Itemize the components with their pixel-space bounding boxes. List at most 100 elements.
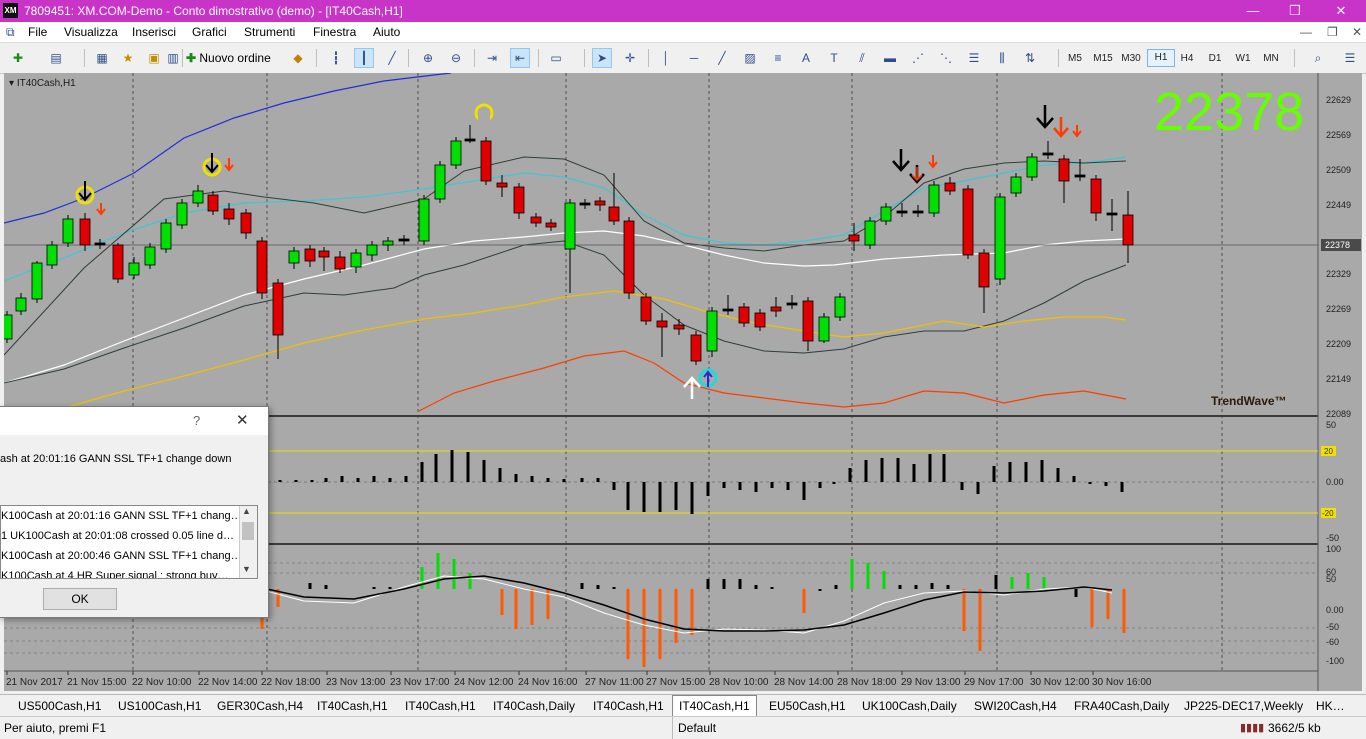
market-watch-icon[interactable]: ▦	[92, 48, 112, 68]
profiles-icon[interactable]: ▤	[46, 48, 66, 68]
chart-shift-icon[interactable]: ⇤	[510, 48, 530, 68]
list-item[interactable]: K100Cash at 20:00:46 GANN SSL TF+1 chang…	[1, 546, 237, 566]
osc2-bar	[834, 585, 838, 589]
tab-uk100-daily[interactable]: UK100Cash,Daily	[860, 697, 959, 715]
equidistant-channel-icon[interactable]: ▨	[740, 48, 760, 68]
new-order-button[interactable]: ✚ Nuovo ordine	[186, 48, 280, 68]
dialog-close-button[interactable]: ✕	[236, 411, 249, 429]
minimize-button[interactable]: —	[1230, 0, 1276, 22]
cursor-icon[interactable]: ➤	[592, 48, 612, 68]
text-label-icon[interactable]: T	[824, 48, 844, 68]
mdi-close-icon[interactable]: ✕	[1352, 25, 1362, 39]
osc1-bar	[498, 468, 502, 482]
fibo-time-icon[interactable]: ⫼	[992, 48, 1012, 68]
text-icon[interactable]: A	[796, 48, 816, 68]
tab-fra40-daily[interactable]: FRA40Cash,Daily	[1072, 697, 1171, 715]
menu-view[interactable]: Visualizza	[64, 25, 118, 39]
mdi-minimize-icon[interactable]: —	[1300, 25, 1312, 39]
menu-charts[interactable]: Grafici	[192, 25, 227, 39]
restore-button[interactable]: ❐	[1272, 0, 1318, 22]
scroll-up-icon[interactable]: ▲	[242, 506, 251, 516]
scroll-down-icon[interactable]: ▼	[242, 564, 251, 574]
candlestick-icon[interactable]: ┃	[354, 48, 374, 68]
toolbar-separator	[1294, 49, 1295, 67]
tab-us500-h1[interactable]: US500Cash,H1	[16, 697, 103, 715]
vertical-line-icon[interactable]: │	[656, 48, 676, 68]
data-window-icon[interactable]: ▣	[144, 48, 164, 68]
bear-candle	[944, 182, 956, 192]
mdi-icon[interactable]: ⧉	[6, 25, 15, 40]
list-scrollbar[interactable]: ▲ ▼	[239, 506, 257, 578]
fibo-expansion-icon[interactable]: ☰	[964, 48, 984, 68]
horizontal-line-icon[interactable]: ─	[684, 48, 704, 68]
zoom-in-icon[interactable]: ⊕	[418, 48, 438, 68]
close-window-button[interactable]: ✕	[1318, 0, 1364, 22]
fibo-arcs-icon[interactable]: ⋱	[936, 48, 956, 68]
menu-file[interactable]: File	[28, 25, 47, 39]
bull-candle	[834, 296, 846, 318]
crosshair-icon[interactable]: ✛	[620, 48, 640, 68]
autoscroll-icon[interactable]: ⇥	[482, 48, 502, 68]
menu-insert[interactable]: Inserisci	[132, 25, 176, 39]
tab-it40-h1[interactable]: IT40Cash,H1	[403, 697, 478, 715]
scroll-thumb[interactable]	[242, 522, 254, 540]
list-item[interactable]: 1 UK100Cash at 20:01:08 crossed 0.05 lin…	[1, 526, 237, 546]
list-item[interactable]: K100Cash at 20:01:16 GANN SSL TF+1 chang…	[1, 506, 237, 526]
tab-it40-h1[interactable]: IT40Cash,H1	[315, 697, 390, 715]
osc2-bar	[978, 589, 982, 651]
navigator-icon[interactable]: ★	[118, 48, 138, 68]
menu-help[interactable]: Aiuto	[373, 25, 400, 39]
tf-h1[interactable]: H1	[1147, 49, 1175, 67]
ok-button[interactable]: OK	[43, 588, 117, 610]
terminal-icon[interactable]: ▥	[163, 48, 183, 68]
menu-window[interactable]: Finestra	[313, 25, 356, 39]
tab-ger30-h4[interactable]: GER30Cash,H4	[215, 697, 305, 715]
channel-icon[interactable]: ⫽	[852, 48, 872, 68]
line-chart-icon[interactable]: ╱	[382, 48, 402, 68]
tab-eu50-h1[interactable]: EU50Cash,H1	[767, 697, 848, 715]
tab-hk[interactable]: HK…	[1314, 697, 1347, 715]
community-icon[interactable]: ☰	[1340, 48, 1360, 68]
tf-d1[interactable]: D1	[1202, 50, 1228, 68]
tf-m5[interactable]: M5	[1062, 50, 1088, 68]
osc1-bar	[420, 462, 424, 482]
mdi-restore-icon[interactable]: ❐	[1327, 25, 1338, 39]
search-icon[interactable]: ⌕	[1308, 48, 1328, 68]
bar-chart-icon[interactable]: ┇	[326, 48, 346, 68]
price-axis-label: 22209	[1326, 339, 1351, 349]
rectangle-icon[interactable]: ▬	[880, 48, 900, 68]
tab-us100-h1[interactable]: US100Cash,H1	[116, 697, 203, 715]
alert-history-list[interactable]: K100Cash at 20:01:16 GANN SSL TF+1 chang…	[0, 505, 258, 579]
tf-m15[interactable]: M15	[1090, 50, 1116, 68]
list-item[interactable]: K100Cash at 4 HR Super signal : strong b…	[1, 566, 237, 578]
tab-jp225-weekly[interactable]: JP225-DEC17,Weekly	[1182, 697, 1305, 715]
tab-swi20-h4[interactable]: SWI20Cash,H4	[972, 697, 1059, 715]
fibo-fan-icon[interactable]: ⋰	[908, 48, 928, 68]
tf-m30[interactable]: M30	[1118, 50, 1144, 68]
time-axis-label: 22 Nov 18:00	[261, 677, 321, 688]
osc1-bar	[896, 458, 900, 482]
tf-mn[interactable]: MN	[1258, 50, 1284, 68]
bull-candle	[880, 206, 892, 222]
tf-h4[interactable]: H4	[1174, 50, 1200, 68]
scroll-up-icon[interactable]: ▲	[244, 455, 245, 465]
tab-it40-daily[interactable]: IT40Cash,Daily	[491, 697, 577, 715]
osc2-bar	[850, 559, 854, 589]
autotrading-icon[interactable]: ◆	[288, 48, 308, 68]
trendline-icon[interactable]: ╱	[712, 48, 732, 68]
new-chart-icon[interactable]: ✚	[8, 48, 28, 68]
help-icon[interactable]: ?	[193, 413, 200, 428]
menu-tools[interactable]: Strumenti	[244, 25, 295, 39]
osc2-axis-label: 50	[1326, 574, 1336, 584]
tf-w1[interactable]: W1	[1230, 50, 1256, 68]
tab-it40-h1-active[interactable]: IT40Cash,H1	[672, 695, 757, 716]
tab-it40-h1[interactable]: IT40Cash,H1	[591, 697, 666, 715]
zoom-out-icon[interactable]: ⊖	[446, 48, 466, 68]
scroll-down-icon[interactable]: ▼	[244, 483, 245, 493]
indicators-icon[interactable]: ▭	[546, 48, 566, 68]
osc2-bar	[324, 585, 328, 589]
bull-candle	[864, 220, 876, 246]
bear-candle	[848, 234, 860, 242]
fibonacci-icon[interactable]: ≡	[768, 48, 788, 68]
arrows-icon[interactable]: ⇅	[1020, 48, 1040, 68]
